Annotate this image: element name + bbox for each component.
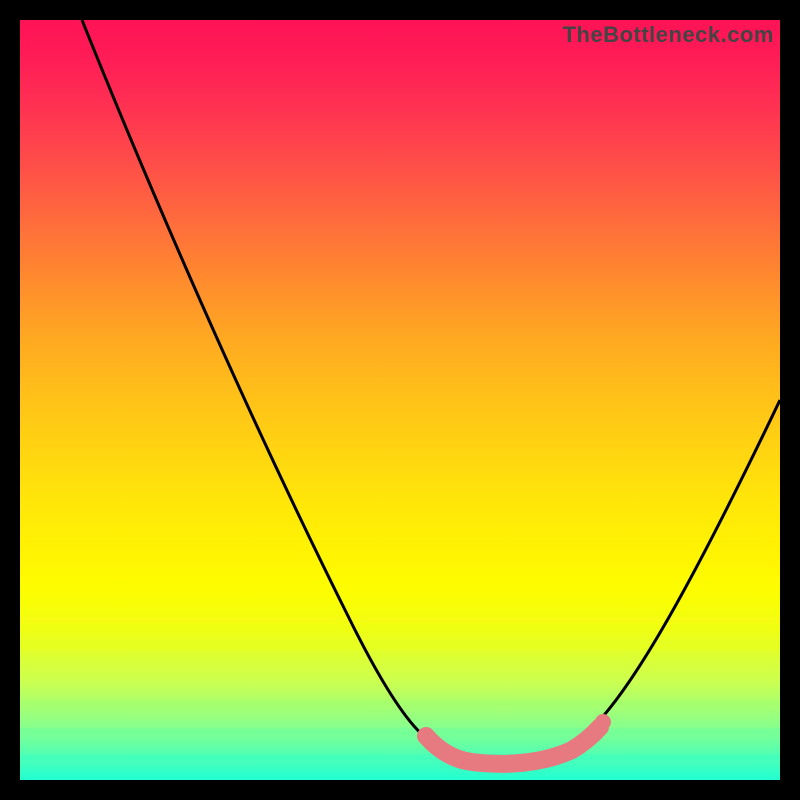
optimal-range-end-dot: [595, 714, 611, 730]
chart-svg: [20, 20, 780, 780]
chart-frame: TheBottleneck.com: [20, 20, 780, 780]
watermark-text: TheBottleneck.com: [563, 22, 774, 48]
bottleneck-curve-path: [82, 20, 780, 762]
optimal-range-highlight: [426, 727, 600, 764]
